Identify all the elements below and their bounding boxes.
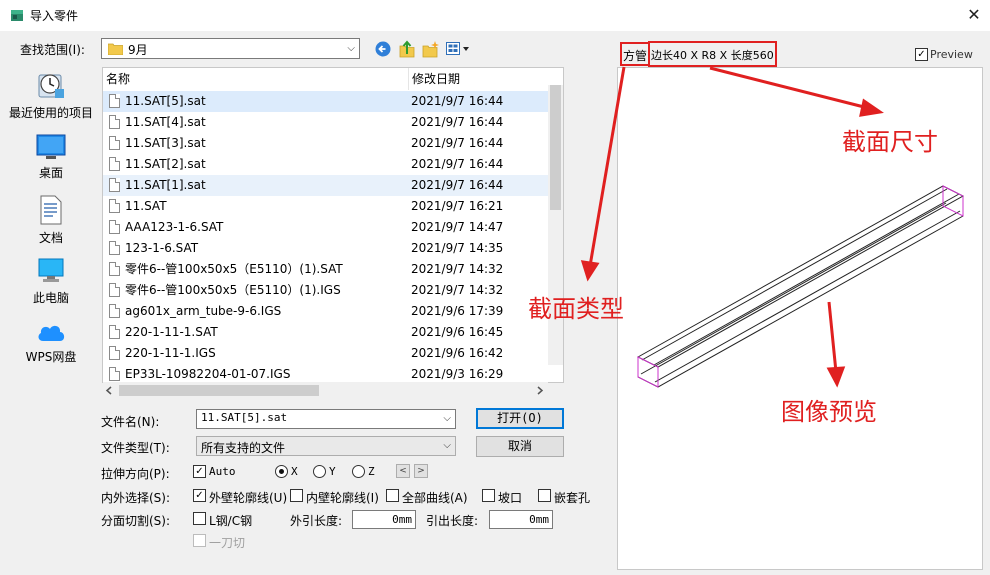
annotation-section-type: 截面类型: [528, 295, 624, 323]
annotation-section-size: 截面尺寸: [842, 128, 938, 156]
annotation-arrows: [580, 66, 884, 388]
annotation-image-preview: 图像预览: [781, 398, 877, 426]
